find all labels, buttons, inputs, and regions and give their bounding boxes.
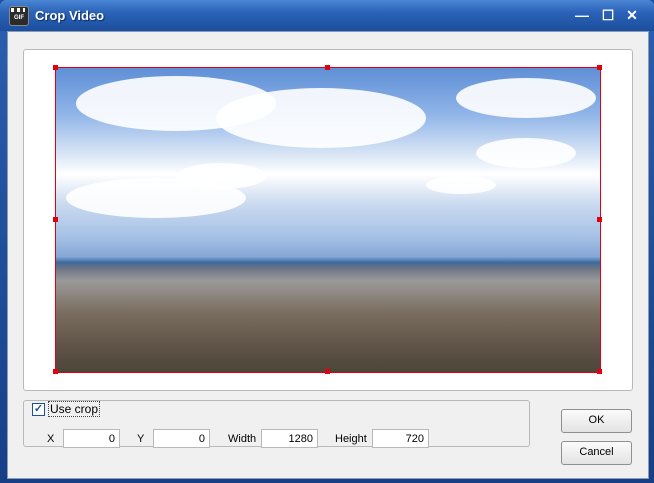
checkbox-checked-icon[interactable]: ✓ — [32, 402, 45, 416]
crop-handle-bottom-right[interactable] — [597, 369, 602, 374]
crop-handle-top-right[interactable] — [597, 65, 602, 70]
gif-app-icon: GIF — [9, 6, 29, 26]
cancel-button[interactable]: Cancel — [561, 441, 632, 465]
crop-handle-top-left[interactable] — [53, 65, 58, 70]
width-field[interactable]: 1280 — [261, 429, 318, 448]
crop-handle-bottom[interactable] — [325, 369, 330, 374]
y-label: Y — [137, 433, 145, 445]
close-icon[interactable]: ✕ — [622, 6, 642, 24]
crop-handle-bottom-left[interactable] — [53, 369, 58, 374]
crop-handle-right[interactable] — [597, 217, 602, 222]
ok-button[interactable]: OK — [561, 409, 632, 433]
use-crop-label[interactable]: Use crop — [48, 401, 101, 417]
crop-handle-left[interactable] — [53, 217, 58, 222]
video-preview-panel — [23, 49, 633, 391]
minimize-icon[interactable]: — — [572, 6, 592, 24]
dialog-client-area: ✓ Use crop X 0 Y 0 Width 1280 Height 720… — [7, 31, 649, 479]
crop-selection-rectangle[interactable] — [55, 67, 601, 373]
x-field[interactable]: 0 — [63, 429, 120, 448]
y-field[interactable]: 0 — [153, 429, 210, 448]
use-crop-checkbox[interactable]: ✓ Use crop — [29, 401, 104, 417]
title-bar[interactable]: GIF Crop Video — ☐ ✕ — [0, 0, 654, 31]
width-label: Width — [228, 433, 257, 445]
height-field[interactable]: 720 — [372, 429, 429, 448]
crop-handle-top[interactable] — [325, 65, 330, 70]
height-label: Height — [335, 433, 367, 445]
maximize-icon[interactable]: ☐ — [598, 6, 618, 24]
x-label: X — [47, 433, 55, 445]
crop-video-window: GIF Crop Video — ☐ ✕ ✓ Use crop X 0 Y 0 … — [0, 0, 654, 483]
window-title: Crop Video — [35, 8, 105, 23]
